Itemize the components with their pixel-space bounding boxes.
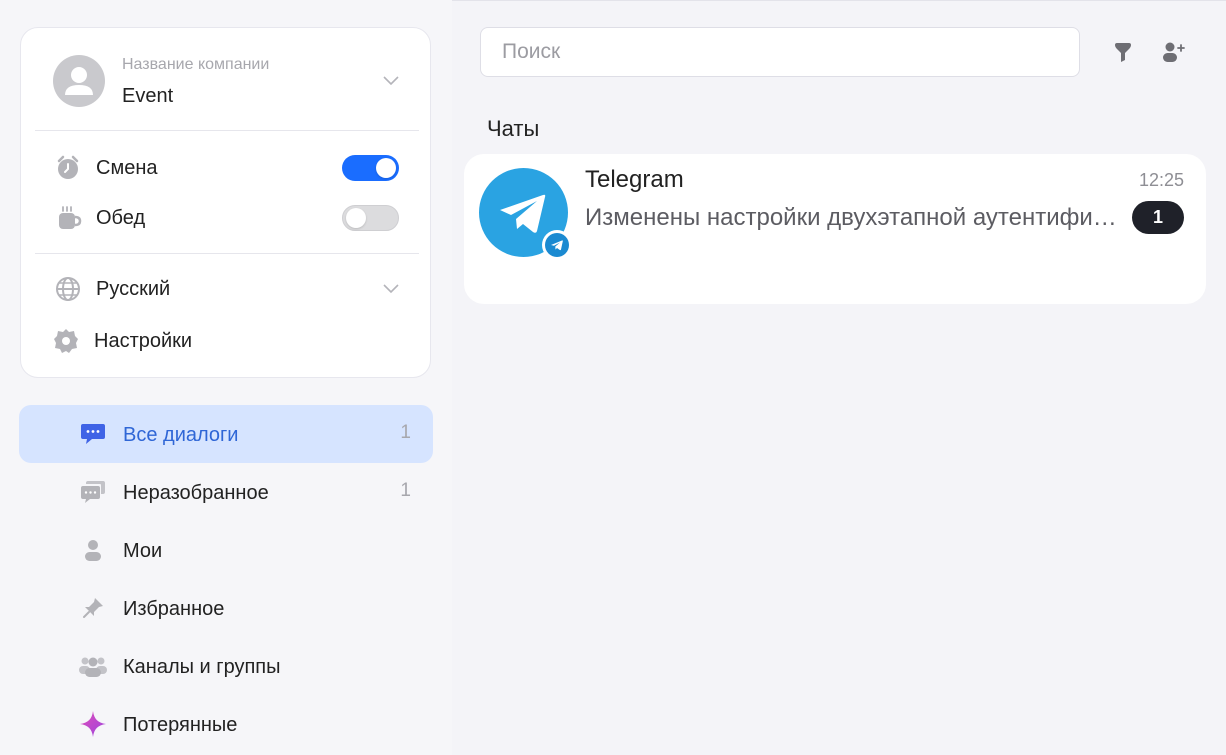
company-name[interactable]: Event bbox=[122, 85, 173, 108]
dialog-filter-list: Все диалоги 1 Неразобранное 1 Мои Избран… bbox=[19, 405, 433, 753]
telegram-icon bbox=[542, 230, 572, 260]
nav-count: 1 bbox=[400, 480, 411, 501]
nav-item-channels-groups[interactable]: Каналы и группы bbox=[19, 637, 433, 695]
divider bbox=[35, 130, 419, 131]
alarm-clock-icon bbox=[54, 154, 82, 182]
lunch-toggle[interactable] bbox=[342, 205, 399, 231]
chevron-down-icon[interactable] bbox=[383, 284, 399, 294]
globe-icon bbox=[54, 275, 82, 303]
person-icon bbox=[79, 537, 107, 563]
user-silhouette-icon bbox=[65, 67, 93, 95]
chat-stack-icon bbox=[79, 479, 107, 505]
nav-item-favorites[interactable]: Избранное bbox=[19, 579, 433, 637]
nav-item-lost[interactable]: Потерянные bbox=[19, 695, 433, 753]
add-user-icon bbox=[1163, 42, 1185, 62]
toggle-knob bbox=[346, 208, 366, 228]
nav-label: Избранное bbox=[123, 598, 225, 620]
add-contact-button[interactable] bbox=[1160, 39, 1186, 65]
sparkle-icon bbox=[79, 711, 107, 737]
nav-label: Неразобранное bbox=[123, 482, 269, 504]
language-label[interactable]: Русский bbox=[96, 278, 170, 301]
toggle-knob bbox=[376, 158, 396, 178]
mug-icon bbox=[54, 204, 82, 232]
pin-icon bbox=[79, 595, 107, 621]
search-input[interactable] bbox=[480, 27, 1080, 77]
sidebar: Название компании Event Смена Обед Русск… bbox=[0, 0, 452, 755]
chat-bubble-icon bbox=[79, 421, 107, 447]
lunch-label: Обед bbox=[96, 207, 146, 229]
nav-label: Каналы и группы bbox=[123, 656, 281, 678]
settings-label[interactable]: Настройки bbox=[94, 330, 192, 353]
gear-icon bbox=[52, 327, 80, 355]
nav-label: Мои bbox=[123, 540, 163, 562]
unread-badge: 1 bbox=[1132, 201, 1184, 234]
filter-icon bbox=[1115, 43, 1131, 62]
nav-item-mine[interactable]: Мои bbox=[19, 521, 433, 579]
filter-button[interactable] bbox=[1110, 39, 1136, 65]
nav-label: Все диалоги bbox=[123, 424, 239, 446]
group-icon bbox=[79, 653, 107, 679]
chat-time: 12:25 bbox=[1138, 170, 1184, 190]
nav-label: Потерянные bbox=[123, 714, 238, 736]
chevron-down-icon[interactable] bbox=[383, 76, 399, 86]
chats-section-title: Чаты bbox=[487, 116, 540, 141]
profile-card: Название компании Event Смена Обед Русск… bbox=[20, 27, 431, 378]
chat-name: Telegram bbox=[585, 166, 684, 193]
nav-item-all-dialogs[interactable]: Все диалоги 1 bbox=[19, 405, 433, 463]
nav-item-unsorted[interactable]: Неразобранное 1 bbox=[19, 463, 433, 521]
divider bbox=[35, 253, 419, 254]
shift-label: Смена bbox=[96, 157, 158, 179]
avatar[interactable] bbox=[53, 55, 105, 107]
shift-toggle[interactable] bbox=[342, 155, 399, 181]
nav-count: 1 bbox=[400, 422, 411, 443]
chat-preview: Изменены настройки двухэтапной аутентифи… bbox=[585, 204, 1121, 231]
chat-item[interactable]: Telegram 12:25 Изменены настройки двухэт… bbox=[464, 154, 1206, 304]
company-label: Название компании bbox=[122, 56, 270, 73]
